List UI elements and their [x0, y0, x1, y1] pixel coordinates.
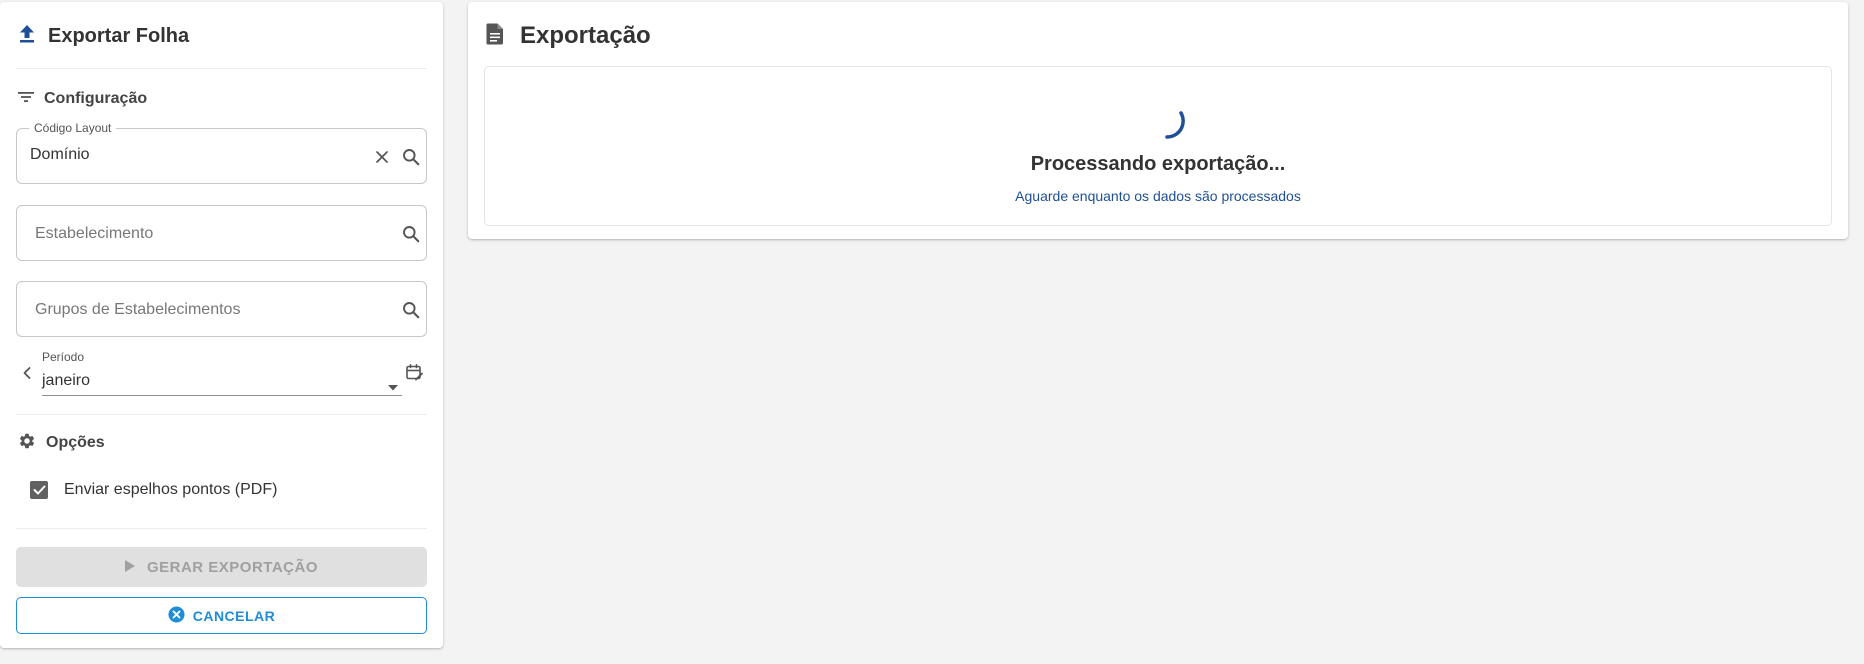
cancel-label: CANCELAR	[192, 607, 276, 624]
chevron-left-icon[interactable]	[22, 366, 32, 385]
send-pdf-checkbox[interactable]	[30, 481, 48, 499]
send-pdf-option[interactable]: Enviar espelhos pontos (PDF)	[30, 478, 277, 502]
export-status-header: Exportação	[486, 20, 651, 52]
arrow-drop-down-icon	[388, 378, 398, 396]
gear-icon	[18, 432, 36, 455]
period-selector: Período janeiro	[16, 348, 427, 396]
options-section-title: Opções	[46, 434, 105, 451]
establishment-field	[16, 205, 427, 261]
play-icon	[124, 559, 135, 576]
period-value: janeiro	[42, 372, 91, 389]
divider	[16, 414, 427, 415]
export-sheet-panel: Exportar Folha Configuração Código Layou…	[0, 2, 443, 648]
config-section-title: Configuração	[44, 90, 148, 107]
export-status-title: Exportação	[520, 22, 651, 49]
processing-subtitle: Aguarde enquanto os dados são processado…	[1015, 188, 1301, 204]
options-section-header: Opções	[18, 432, 105, 454]
cancel-button[interactable]: CANCELAR	[16, 597, 427, 634]
generate-export-button[interactable]: GERAR EXPORTAÇÃO	[16, 547, 427, 587]
send-pdf-label: Enviar espelhos pontos (PDF)	[64, 481, 278, 498]
panel-header: Exportar Folha	[18, 22, 189, 50]
establishment-groups-input[interactable]	[35, 298, 365, 322]
app-root: Exportar Folha Configuração Código Layou…	[0, 0, 1864, 664]
upload-icon	[18, 24, 36, 49]
search-icon[interactable]	[397, 220, 425, 248]
processing-card: Processando exportação... Aguarde enquan…	[484, 66, 1832, 226]
establishment-groups-field	[16, 281, 427, 337]
config-section-header: Configuração	[18, 88, 147, 110]
layout-code-field[interactable]: Código Layout Domínio	[16, 121, 427, 184]
processing-title: Processando exportação...	[1030, 153, 1286, 175]
divider	[16, 68, 427, 69]
export-status-panel: Exportação Processando exportação... Agu…	[468, 2, 1848, 239]
calendar-edit-icon[interactable]	[406, 364, 423, 386]
layout-code-value[interactable]: Domínio	[30, 146, 90, 164]
search-icon[interactable]	[397, 296, 425, 324]
cancel-circle-icon	[168, 605, 185, 626]
document-icon	[486, 23, 504, 50]
layout-code-label: Código Layout	[29, 121, 117, 135]
generate-export-label: GERAR EXPORTAÇÃO	[146, 558, 319, 576]
panel-title: Exportar Folha	[48, 24, 190, 47]
filter-icon	[18, 90, 34, 108]
close-icon[interactable]	[368, 143, 396, 171]
establishment-input[interactable]	[35, 222, 365, 246]
period-label: Período	[42, 350, 85, 364]
period-select[interactable]: janeiro	[42, 370, 402, 396]
loading-spinner-icon	[1149, 103, 1185, 139]
divider	[16, 528, 427, 529]
search-icon[interactable]	[397, 143, 425, 171]
